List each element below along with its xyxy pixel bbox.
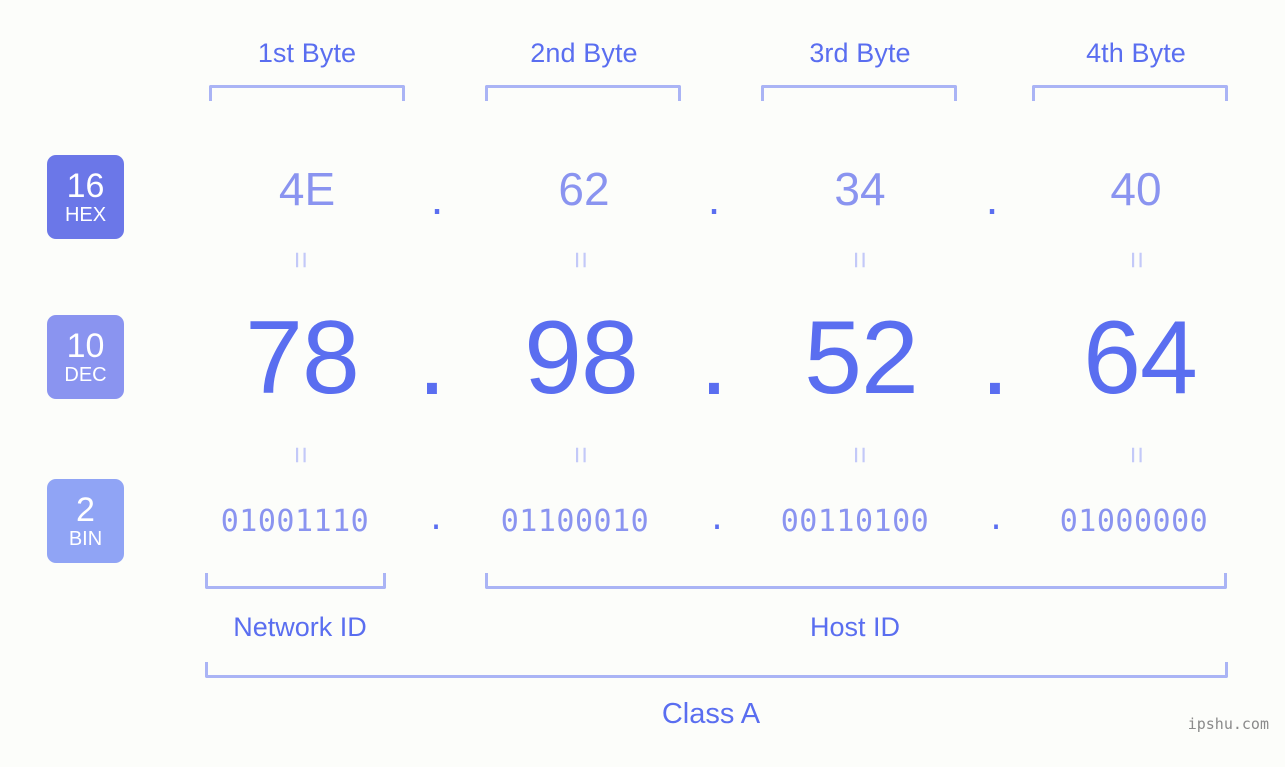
equals-mark-dec-bin-1: = — [284, 446, 317, 464]
hex-value-byte-4: 40 — [1110, 163, 1162, 215]
ip-address-breakdown-diagram: 1st Byte 2nd Byte 3rd Byte 4th Byte 16 H… — [0, 0, 1285, 767]
dec-separator-1: . — [417, 301, 447, 417]
dec-value-byte-3: 52 — [804, 300, 919, 416]
equals-mark-hex-dec-1: = — [284, 251, 317, 269]
dec-value-byte-2: 98 — [524, 300, 639, 416]
hex-value-byte-1: 4E — [278, 163, 336, 215]
base-badge-bin-number: 2 — [76, 490, 95, 529]
base-badge-dec: 10 DEC — [47, 315, 124, 399]
equals-mark-hex-dec-3: = — [843, 251, 876, 269]
class-label: Class A — [661, 698, 761, 730]
dec-separator-2: . — [699, 301, 729, 417]
host-id-label: Host ID — [809, 612, 901, 642]
byte-header-label-2: 2nd Byte — [530, 38, 638, 68]
bin-separator-1: . — [426, 502, 446, 537]
byte-bracket-4 — [1032, 85, 1228, 101]
dec-separator-3: . — [980, 301, 1010, 417]
byte-bracket-2 — [485, 85, 681, 101]
host-id-bracket — [485, 573, 1227, 589]
byte-bracket-1 — [209, 85, 405, 101]
bin-value-byte-1: 01001110 — [220, 504, 370, 539]
byte-header-label-1: 1st Byte — [257, 38, 357, 68]
bin-value-byte-2: 01100010 — [500, 504, 650, 539]
hex-separator-3: . — [985, 172, 999, 224]
bin-value-byte-3: 00110100 — [780, 504, 930, 539]
byte-bracket-3 — [761, 85, 957, 101]
bin-separator-3: . — [986, 502, 1006, 537]
base-badge-dec-number: 10 — [66, 326, 105, 365]
bin-value-byte-4: 01000000 — [1059, 504, 1209, 539]
base-badge-bin-system: BIN — [68, 527, 103, 550]
dec-value-byte-1: 78 — [245, 300, 360, 416]
equals-mark-dec-bin-4: = — [1120, 446, 1153, 464]
byte-header-label-4: 4th Byte — [1086, 38, 1186, 68]
hex-value-byte-2: 62 — [558, 163, 610, 215]
network-id-bracket — [205, 573, 386, 589]
base-badge-hex: 16 HEX — [47, 155, 124, 239]
bin-separator-2: . — [707, 502, 727, 537]
equals-mark-dec-bin-3: = — [843, 446, 876, 464]
network-id-label: Network ID — [233, 612, 367, 642]
equals-mark-hex-dec-2: = — [564, 251, 597, 269]
base-badge-bin: 2 BIN — [47, 479, 124, 563]
base-badge-hex-number: 16 — [66, 166, 105, 205]
site-watermark: ipshu.com — [1187, 715, 1269, 733]
base-badge-hex-system: HEX — [64, 203, 107, 226]
base-badge-dec-system: DEC — [64, 363, 107, 386]
equals-mark-dec-bin-2: = — [564, 446, 597, 464]
dec-value-byte-4: 64 — [1083, 300, 1198, 416]
hex-separator-1: . — [430, 172, 444, 224]
equals-mark-hex-dec-4: = — [1120, 251, 1153, 269]
hex-separator-2: . — [707, 172, 721, 224]
class-bracket — [205, 662, 1228, 678]
hex-value-byte-3: 34 — [834, 163, 886, 215]
byte-header-label-3: 3rd Byte — [809, 38, 911, 68]
